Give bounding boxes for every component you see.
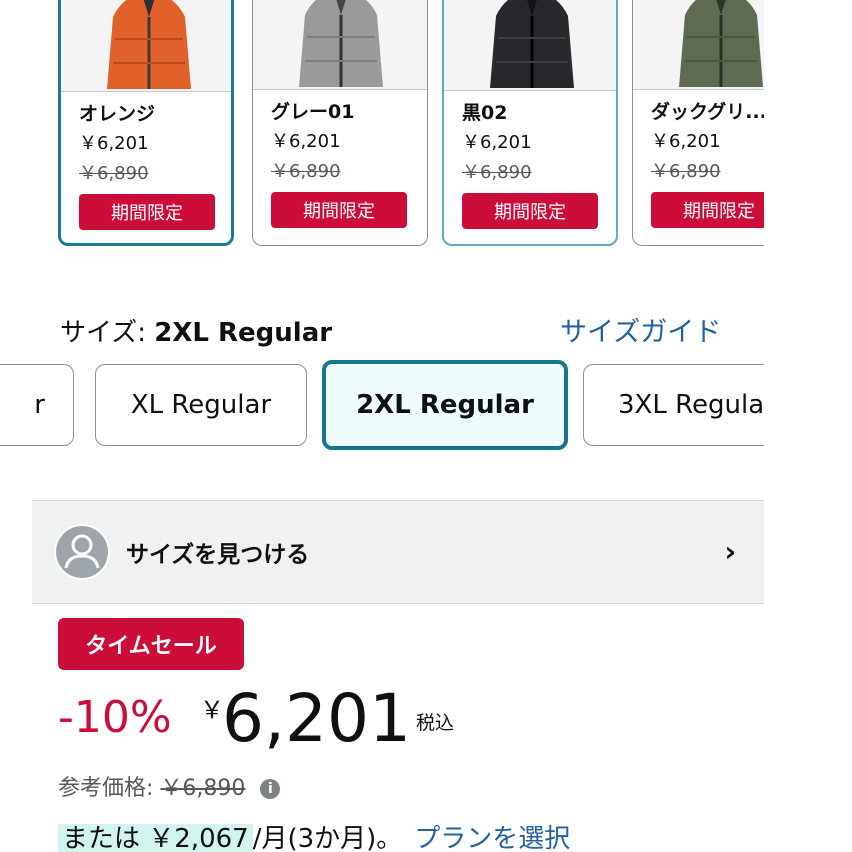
time-sale-badge: タイムセール xyxy=(58,618,244,670)
info-icon[interactable]: i xyxy=(260,779,281,799)
size-guide-link[interactable]: サイズガイド xyxy=(560,310,721,349)
installment-period: /月(3か月)。 xyxy=(252,824,403,852)
product-thumbnail xyxy=(444,0,616,91)
find-size-label: サイズを見つける xyxy=(126,542,310,568)
limited-time-badge: 期間限定 xyxy=(651,192,764,228)
swatch-name: 黒02 xyxy=(462,102,508,124)
select-plan-link[interactable]: プランを選択 xyxy=(414,824,570,852)
limited-time-badge: 期間限定 xyxy=(271,192,407,228)
reference-price-value: ￥6,890 xyxy=(160,776,246,801)
swatch-name: グレー01 xyxy=(271,101,355,123)
product-thumbnail xyxy=(61,0,231,92)
size-option[interactable]: r xyxy=(0,364,74,446)
color-swatch-duck-green[interactable]: ダックグリ... ￥6,201 ￥6,890 期間限定 xyxy=(632,0,764,246)
swatch-price: ￥6,201 xyxy=(651,131,721,152)
limited-time-badge: 期間限定 xyxy=(79,194,215,230)
swatch-original-price: ￥6,890 xyxy=(271,161,341,182)
installment-amount: または ￥2,067 xyxy=(58,824,253,852)
size-label-prefix: サイズ: xyxy=(60,318,146,348)
swatch-original-price: ￥6,890 xyxy=(651,161,721,182)
find-size-bar[interactable]: サイズを見つける › xyxy=(32,500,764,604)
reference-price: 参考価格: ￥6,890 i xyxy=(58,770,281,802)
installment-line: または ￥2,067/月(3か月)。 プランを選択 xyxy=(58,818,570,852)
size-option[interactable]: 3XL Regula xyxy=(583,364,764,446)
discount-percent: -10% xyxy=(58,692,172,743)
swatch-name: ダックグリ... xyxy=(651,101,764,123)
swatch-price: ￥6,201 xyxy=(79,133,149,154)
size-option-selected[interactable]: 2XL Regular xyxy=(322,360,568,450)
swatch-price: ￥6,201 xyxy=(462,132,532,153)
jacket-image xyxy=(679,0,763,87)
size-label: サイズ: 2XL Regular xyxy=(60,312,332,349)
limited-time-badge: 期間限定 xyxy=(462,193,598,229)
swatch-price: ￥6,201 xyxy=(271,131,341,152)
product-thumbnail xyxy=(253,0,427,90)
product-thumbnail xyxy=(633,0,764,90)
jacket-image xyxy=(107,0,191,89)
avatar-icon xyxy=(54,524,110,580)
jacket-image xyxy=(299,0,383,87)
chevron-right-icon: › xyxy=(724,535,736,568)
color-swatch-orange[interactable]: オレンジ ￥6,201 ￥6,890 期間限定 xyxy=(58,0,234,246)
reference-price-label: 参考価格: xyxy=(58,776,154,801)
current-price: 6,201 xyxy=(222,680,411,757)
size-option[interactable]: XL Regular xyxy=(95,364,307,446)
jacket-image xyxy=(490,0,574,88)
color-swatch-black[interactable]: 黒02 ￥6,201 ￥6,890 期間限定 xyxy=(442,0,618,246)
swatch-original-price: ￥6,890 xyxy=(79,163,149,184)
selected-size-value: 2XL Regular xyxy=(154,318,333,348)
product-page: オレンジ ￥6,201 ￥6,890 期間限定 グレー01 ￥6,201 ￥6,… xyxy=(0,0,764,852)
color-swatch-grey[interactable]: グレー01 ￥6,201 ￥6,890 期間限定 xyxy=(252,0,428,246)
currency-symbol: ￥ xyxy=(200,696,224,724)
swatch-name: オレンジ xyxy=(79,103,156,125)
swatch-original-price: ￥6,890 xyxy=(462,162,532,183)
tax-included-label: 税込 xyxy=(416,712,455,734)
